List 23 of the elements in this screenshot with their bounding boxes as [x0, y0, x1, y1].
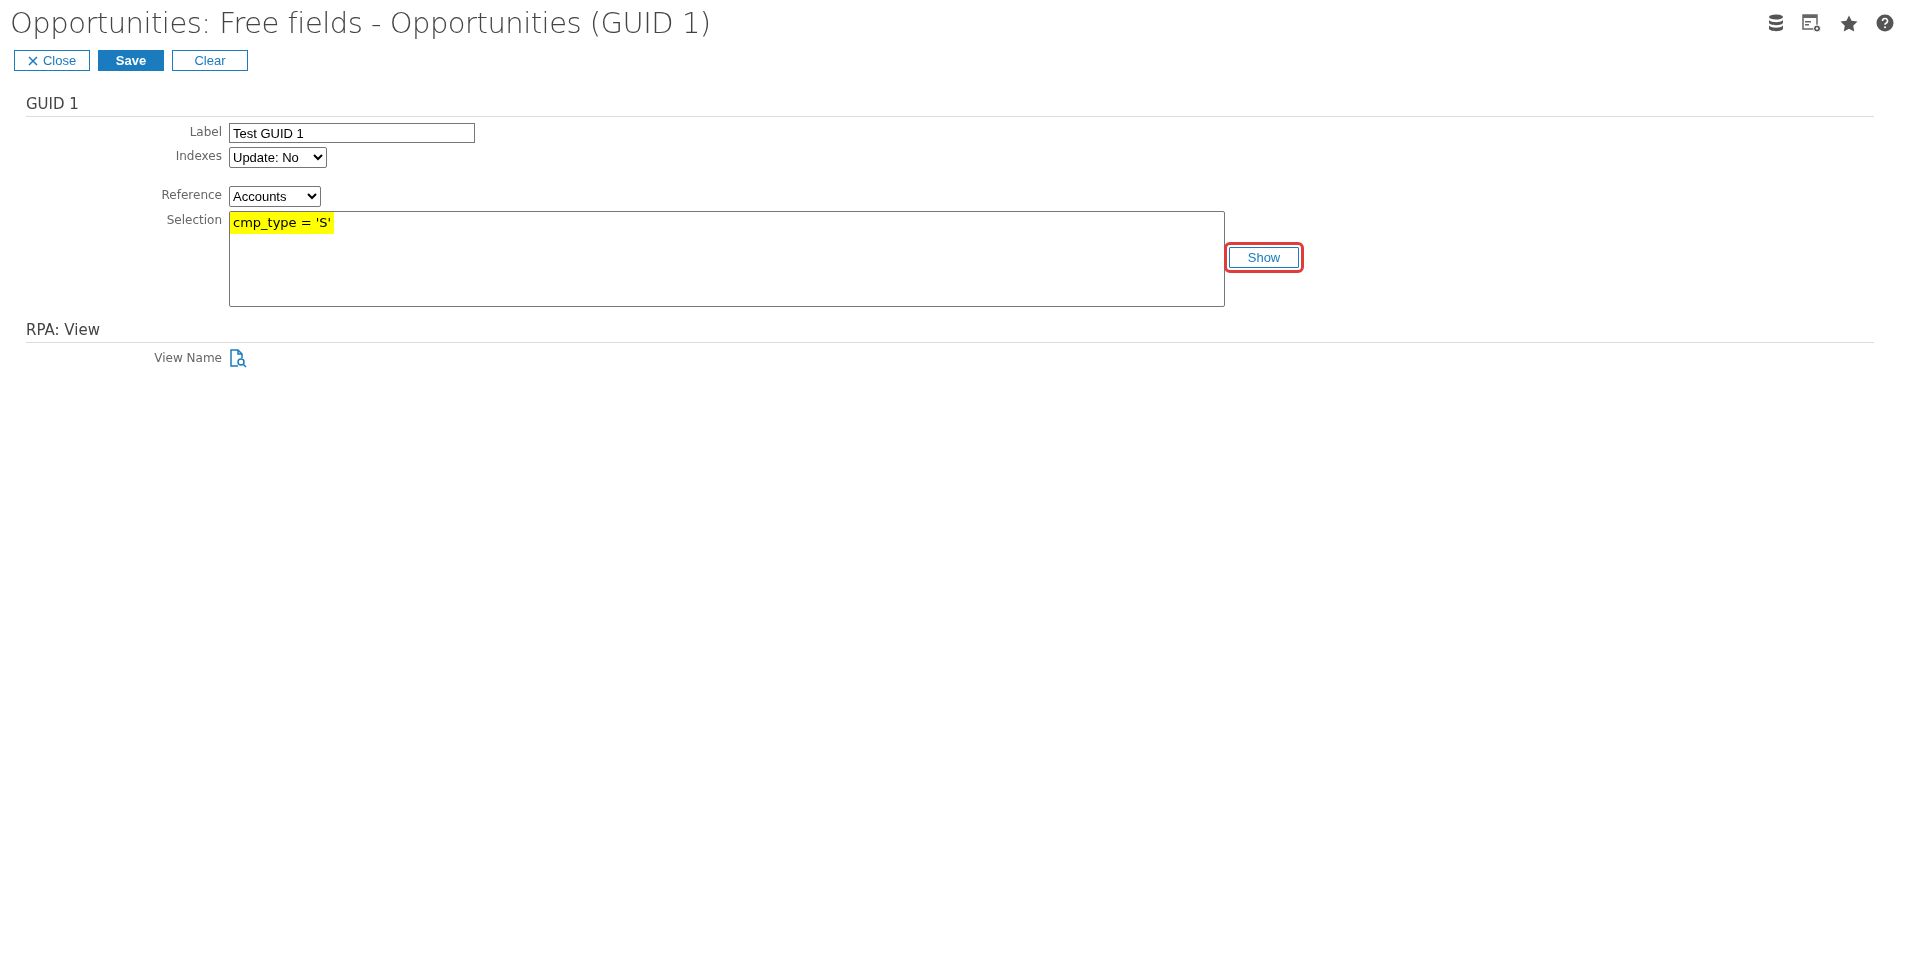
chevron-down-icon: [307, 193, 317, 200]
field-label: Reference: [160, 187, 222, 202]
save-button[interactable]: Save: [98, 50, 164, 71]
close-button[interactable]: Close: [14, 50, 90, 71]
form-settings-icon[interactable]: [1802, 13, 1822, 33]
document-search-icon[interactable]: [229, 349, 247, 368]
dropdown[interactable]: Update: No: [229, 147, 327, 168]
close-icon: [27, 55, 38, 66]
help-icon[interactable]: [1876, 14, 1894, 32]
chevron-down-icon: [312, 154, 323, 161]
page-title: Opportunities: Free fields - Opportunities (GUID 1): [10, 6, 711, 40]
clear-button[interactable]: Clear: [172, 50, 248, 71]
field-label: Indexes: [174, 148, 222, 163]
section-header: RPA: View: [26, 315, 1874, 343]
database-icon[interactable]: [1768, 14, 1784, 32]
field-label: View Name: [153, 350, 222, 365]
label-field[interactable]: Test GUID 1: [229, 123, 475, 143]
star-icon[interactable]: [1840, 14, 1858, 32]
field-label: Selection: [165, 212, 222, 227]
selection-textarea[interactable]: cmp_type = 'S': [229, 211, 1225, 307]
section-header: GUID 1: [26, 89, 1874, 117]
field-label: Label: [188, 124, 222, 139]
dropdown[interactable]: Accounts: [229, 186, 321, 207]
